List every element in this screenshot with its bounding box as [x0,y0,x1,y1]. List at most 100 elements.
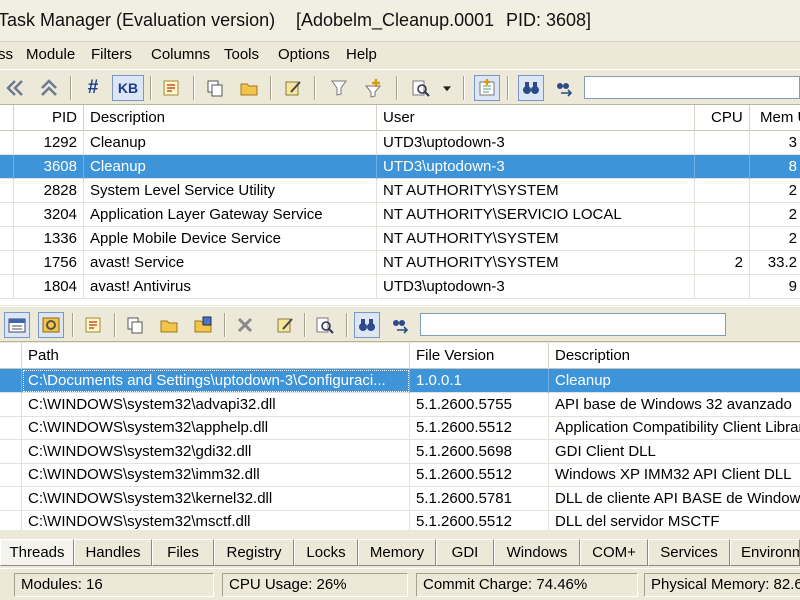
user-cell: NT AUTHORITY\SERVICIO LOCAL [377,203,695,227]
process-row[interactable]: 1292 Cleanup UTD3\uptodown-3 3 [0,131,800,155]
column-header-user[interactable]: User [377,105,695,131]
tab-gdi[interactable]: GDI [436,539,494,566]
column-header-pid[interactable]: PID [14,105,84,131]
find-icon[interactable] [312,312,338,338]
process-row[interactable]: 1804 avast! Antivirus UTD3\uptodown-3 9 [0,275,800,299]
module-row[interactable]: C:\Documents and Settings\uptodown-3\Con… [0,369,800,393]
module-row[interactable]: C:\WINDOWS\system32\advapi32.dll 5.1.2600… [0,392,800,417]
open-folder-icon[interactable] [156,312,182,338]
mem-cell: 3 [750,131,800,155]
menu-help[interactable]: Help [346,46,377,63]
toolbar-separator [346,313,348,337]
pid-cell: 2828 [14,179,84,203]
modules-view-icon[interactable] [4,312,30,338]
description-cell: System Level Service Utility [84,179,377,203]
module-row[interactable]: C:\WINDOWS\system32\kernel32.dll 5.1.2600… [0,486,800,511]
module-search-input[interactable] [420,313,726,336]
module-description-cell: Cleanup [549,369,800,393]
find-next-icon[interactable] [388,312,414,338]
tab-threads[interactable]: Threads [0,539,74,566]
filter-icon[interactable] [326,75,352,101]
menu-process[interactable]: ss [0,46,13,63]
module-row[interactable]: C:\WINDOWS\system32\gdi32.dll 5.1.2600.56… [0,439,800,464]
close-icon[interactable] [232,312,258,338]
binoculars-icon[interactable] [518,75,544,101]
description-cell: Cleanup [84,155,377,179]
highlight-icon[interactable] [474,75,500,101]
kb-label: KB [117,80,139,96]
row-indicator [0,203,14,227]
tab-windows[interactable]: Windows [494,539,580,566]
user-cell: UTD3\uptodown-3 [377,155,695,179]
copy-icon[interactable] [122,312,148,338]
menu-options[interactable]: Options [278,46,330,63]
menu-module[interactable]: Module [26,46,75,63]
column-header-description[interactable]: Description [84,105,377,131]
path-cell: C:\WINDOWS\system32\advapi32.dll [22,392,410,417]
detail-tabs: Threads Handles Files Registry Locks Mem… [0,538,800,567]
edit-icon[interactable] [272,312,298,338]
column-header-blank[interactable] [0,343,22,369]
dll-view-icon[interactable] [38,312,64,338]
tab-environment[interactable]: Environm [730,539,800,566]
module-description-cell: API base de Windows 32 avanzado [549,393,800,417]
save-icon[interactable] [190,312,216,338]
tab-services[interactable]: Services [648,539,730,566]
find-next-icon[interactable] [552,75,578,101]
process-row[interactable]: 3608 Cleanup UTD3\uptodown-3 8 [0,155,800,179]
module-description-cell: GDI Client DLL [549,440,800,464]
module-row[interactable]: C:\WINDOWS\system32\msctf.dll 5.1.2600.55… [0,510,800,530]
process-search-input[interactable] [584,76,800,99]
path-cell: C:\WINDOWS\system32\gdi32.dll [22,439,410,464]
binoculars-icon[interactable] [354,312,380,338]
properties-icon[interactable] [158,75,184,101]
toolbar-separator [507,76,509,100]
forward-arrows-icon[interactable] [36,75,62,101]
row-indicator [0,179,14,203]
module-description-cell: DLL del servidor MSCTF [549,510,800,530]
dropdown-arrow-icon[interactable] [438,75,456,101]
open-folder-icon[interactable] [236,75,262,101]
copy-icon[interactable] [202,75,228,101]
column-header-cpu[interactable]: CPU [695,105,750,131]
hash-icon[interactable]: # [80,75,106,101]
tab-com-plus[interactable]: COM+ [580,539,648,566]
toolbar-separator [396,76,398,100]
edit-icon[interactable] [280,75,306,101]
column-header-module-description[interactable]: Description [549,343,800,369]
mem-cell: 9 [750,275,800,299]
process-row[interactable]: 3204 Application Layer Gateway Service NT … [0,203,800,227]
tab-locks[interactable]: Locks [294,539,358,566]
module-row[interactable]: C:\WINDOWS\system32\apphelp.dll 5.1.2600.… [0,416,800,440]
row-indicator [0,510,22,530]
description-cell: avast! Antivirus [84,275,377,299]
column-header-file-version[interactable]: File Version [410,343,549,369]
tab-handles[interactable]: Handles [74,539,152,566]
process-row[interactable]: 1756 avast! Service NT AUTHORITY\SYSTEM 2 33… [0,251,800,275]
tab-memory[interactable]: Memory [358,539,436,566]
add-filter-icon[interactable] [360,75,386,101]
path-cell: C:\WINDOWS\system32\apphelp.dll [22,416,410,440]
module-row[interactable]: C:\WINDOWS\system32\imm32.dll 5.1.2600.55… [0,463,800,487]
toolbar-separator [72,313,74,337]
tab-registry[interactable]: Registry [214,539,294,566]
back-arrows-icon[interactable] [2,75,28,101]
status-modules: Modules: 16 [14,573,214,597]
row-indicator [0,369,22,393]
menu-filters[interactable]: Filters [91,46,132,63]
process-row[interactable]: 2828 System Level Service Utility NT AUTHO… [0,179,800,203]
user-cell: NT AUTHORITY\SYSTEM [377,179,695,203]
kb-icon[interactable]: KB [112,75,144,101]
path-cell: C:\Documents and Settings\uptodown-3\Con… [22,369,410,393]
row-indicator [0,392,22,417]
tab-files[interactable]: Files [152,539,214,566]
menu-columns[interactable]: Columns [151,46,210,63]
toolbar-separator [304,313,306,337]
properties-icon[interactable] [80,312,106,338]
find-icon[interactable] [408,75,434,101]
column-header-blank[interactable] [0,105,14,131]
column-header-path[interactable]: Path [22,343,410,369]
menu-tools[interactable]: Tools [224,46,259,63]
column-header-mem[interactable]: Mem U [750,105,800,131]
process-row[interactable]: 1336 Apple Mobile Device Service NT AUTHOR… [0,227,800,251]
